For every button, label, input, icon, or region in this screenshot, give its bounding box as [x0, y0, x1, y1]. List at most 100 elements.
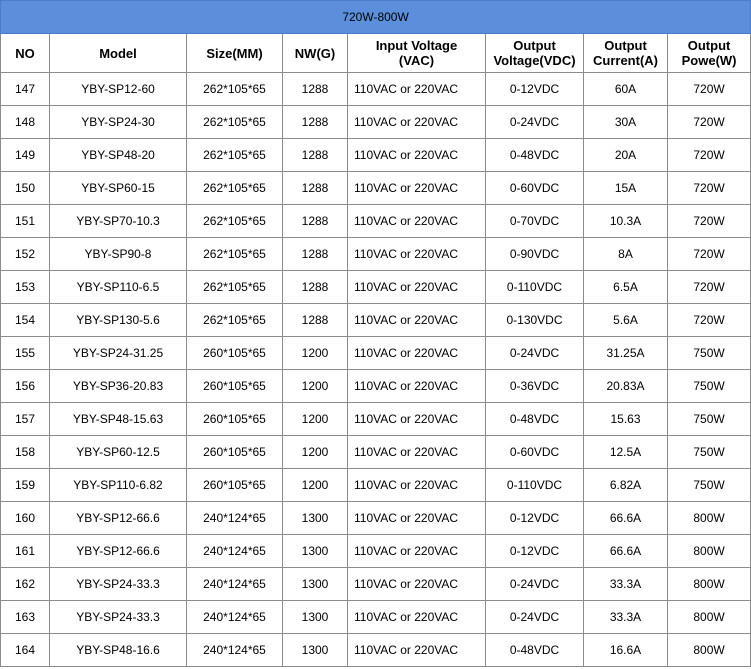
cell-size: 262*105*65 [186, 237, 283, 271]
cell-nw: 1288 [282, 105, 348, 139]
cell-size: 260*105*65 [186, 468, 283, 502]
cell-no: 151 [0, 204, 50, 238]
header-output-voltage: Output Voltage(VDC) [485, 33, 584, 73]
cell-model: YBY-SP130-5.6 [49, 303, 187, 337]
header-output-voltage-line1: Output [513, 38, 556, 53]
header-output-current: Output Current(A) [583, 33, 668, 73]
cell-output-voltage: 0-24VDC [485, 105, 584, 139]
cell-input-voltage: 110VAC or 220VAC [347, 501, 486, 535]
table-title: 720W-800W [0, 0, 751, 34]
cell-model: YBY-SP24-31.25 [49, 336, 187, 370]
cell-input-voltage: 110VAC or 220VAC [347, 270, 486, 304]
cell-output-voltage: 0-60VDC [485, 171, 584, 205]
cell-output-current: 33.3A [583, 600, 668, 634]
cell-input-voltage: 110VAC or 220VAC [347, 72, 486, 106]
cell-output-voltage: 0-12VDC [485, 534, 584, 568]
cell-no: 164 [0, 633, 50, 667]
header-input-voltage-line1: Input Voltage [375, 38, 458, 53]
header-output-power: Output Powe(W) [666, 33, 751, 73]
table-row: 162 YBY-SP24-33.3 240*124*65 1300 110VAC or … [0, 567, 751, 601]
table-row: 164 YBY-SP48-16.6 240*124*65 1300 110VAC or … [0, 633, 751, 667]
cell-model: YBY-SP12-66.6 [49, 501, 187, 535]
cell-size: 262*105*65 [186, 72, 283, 106]
table-row: 153 YBY-SP110-6.5 262*105*65 1288 110VAC or … [0, 270, 751, 304]
cell-size: 260*105*65 [186, 402, 283, 436]
cell-nw: 1288 [282, 138, 348, 172]
table-row: 163 YBY-SP24-33.3 240*124*65 1300 110VAC or … [0, 600, 751, 634]
cell-input-voltage: 110VAC or 220VAC [347, 534, 486, 568]
cell-nw: 1288 [282, 237, 348, 271]
header-input-voltage: Input Voltage (VAC) [347, 33, 486, 73]
header-output-power-line1: Output [687, 38, 731, 53]
cell-output-current: 31.25A [583, 336, 668, 370]
cell-output-current: 30A [583, 105, 668, 139]
cell-no: 153 [0, 270, 50, 304]
cell-output-current: 66.6A [583, 534, 668, 568]
cell-output-current: 16.6A [583, 633, 668, 667]
cell-no: 152 [0, 237, 50, 271]
cell-no: 156 [0, 369, 50, 403]
header-output-current-line2: Current(A) [593, 53, 658, 68]
cell-no: 155 [0, 336, 50, 370]
cell-output-power: 720W [666, 270, 751, 304]
cell-input-voltage: 110VAC or 220VAC [347, 204, 486, 238]
cell-nw: 1300 [282, 600, 348, 634]
cell-size: 260*105*65 [186, 369, 283, 403]
cell-no: 148 [0, 105, 50, 139]
cell-output-current: 6.82A [583, 468, 668, 502]
cell-output-voltage: 0-70VDC [485, 204, 584, 238]
cell-output-voltage: 0-24VDC [485, 600, 584, 634]
cell-input-voltage: 110VAC or 220VAC [347, 468, 486, 502]
cell-nw: 1300 [282, 567, 348, 601]
table-row: 149 YBY-SP48-20 262*105*65 1288 110VAC or 22… [0, 138, 751, 172]
table-title-row: 720W-800W [0, 0, 751, 34]
cell-input-voltage: 110VAC or 220VAC [347, 171, 486, 205]
cell-input-voltage: 110VAC or 220VAC [347, 633, 486, 667]
table-row: 148 YBY-SP24-30 262*105*65 1288 110VAC or 22… [0, 105, 751, 139]
table-row: 147 YBY-SP12-60 262*105*65 1288 110VAC or 22… [0, 72, 751, 106]
cell-no: 158 [0, 435, 50, 469]
cell-output-power: 750W [666, 336, 751, 370]
cell-input-voltage: 110VAC or 220VAC [347, 402, 486, 436]
cell-model: YBY-SP48-15.63 [49, 402, 187, 436]
cell-size: 240*124*65 [186, 600, 283, 634]
cell-input-voltage: 110VAC or 220VAC [347, 138, 486, 172]
cell-model: YBY-SP90-8 [49, 237, 187, 271]
table-row: 152 YBY-SP90-8 262*105*65 1288 110VAC or 220… [0, 237, 751, 271]
cell-no: 162 [0, 567, 50, 601]
cell-output-power: 720W [666, 105, 751, 139]
table-row: 151 YBY-SP70-10.3 262*105*65 1288 110VAC or … [0, 204, 751, 238]
cell-output-voltage: 0-110VDC [485, 270, 584, 304]
table-row: 158 YBY-SP60-12.5 260*105*65 1200 110VAC or … [0, 435, 751, 469]
cell-output-voltage: 0-24VDC [485, 567, 584, 601]
cell-output-power: 720W [666, 171, 751, 205]
cell-size: 240*124*65 [186, 633, 283, 667]
cell-nw: 1300 [282, 534, 348, 568]
cell-input-voltage: 110VAC or 220VAC [347, 303, 486, 337]
cell-nw: 1288 [282, 204, 348, 238]
cell-input-voltage: 110VAC or 220VAC [347, 105, 486, 139]
cell-output-power: 800W [666, 567, 751, 601]
cell-input-voltage: 110VAC or 220VAC [347, 369, 486, 403]
cell-size: 240*124*65 [186, 567, 283, 601]
table-row: 157 YBY-SP48-15.63 260*105*65 1200 110VAC or… [0, 402, 751, 436]
cell-model: YBY-SP60-12.5 [49, 435, 187, 469]
cell-no: 149 [0, 138, 50, 172]
cell-no: 163 [0, 600, 50, 634]
cell-model: YBY-SP48-16.6 [49, 633, 187, 667]
cell-output-voltage: 0-12VDC [485, 72, 584, 106]
cell-no: 160 [0, 501, 50, 535]
cell-output-voltage: 0-110VDC [485, 468, 584, 502]
cell-output-power: 720W [666, 204, 751, 238]
cell-output-voltage: 0-24VDC [485, 336, 584, 370]
cell-model: YBY-SP36-20.83 [49, 369, 187, 403]
cell-output-voltage: 0-130VDC [485, 303, 584, 337]
cell-no: 150 [0, 171, 50, 205]
cell-model: YBY-SP24-30 [49, 105, 187, 139]
cell-output-power: 800W [666, 633, 751, 667]
header-model: Model [49, 33, 187, 73]
cell-output-current: 66.6A [583, 501, 668, 535]
cell-output-power: 720W [666, 237, 751, 271]
cell-nw: 1300 [282, 501, 348, 535]
cell-output-power: 750W [666, 402, 751, 436]
